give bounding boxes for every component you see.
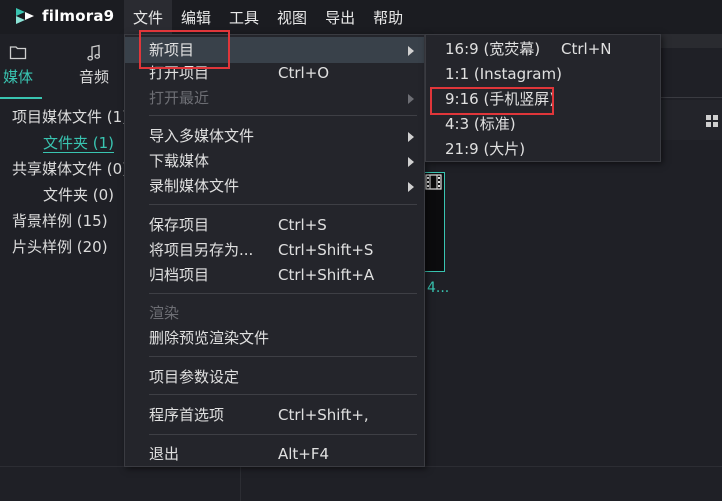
tree-item-title-samples[interactable]: 片头样例 (20) bbox=[12, 234, 128, 260]
submenu-item-21-9[interactable]: 21:9 (大片) bbox=[426, 137, 660, 162]
menu-item-delete-render-files[interactable]: 删除预览渲染文件 bbox=[125, 325, 424, 351]
menu-item-label: 下载媒体 bbox=[149, 152, 210, 170]
menu-item-label: 退出 bbox=[149, 445, 180, 463]
highlight-box-new-project bbox=[139, 30, 230, 69]
tree-item-folder-1-label: 文件夹 (1) bbox=[43, 134, 115, 153]
submenu-item-shortcut: Ctrl+N bbox=[561, 40, 612, 58]
folder-icon bbox=[0, 44, 36, 66]
app-name: filmora9 bbox=[42, 7, 115, 25]
submenu-item-4-3[interactable]: 4:3 (标准) bbox=[426, 112, 660, 137]
submenu-arrow-icon bbox=[408, 94, 414, 104]
menu-file[interactable]: 文件 bbox=[124, 0, 173, 34]
menu-item-shortcut: Ctrl+Shift+A bbox=[278, 266, 375, 284]
menu-item-render[interactable]: 渲染 bbox=[125, 300, 424, 326]
menu-item-record-media[interactable]: 录制媒体文件 bbox=[125, 173, 424, 199]
menu-item-save-project-as[interactable]: 将项目另存为... Ctrl+Shift+S bbox=[125, 237, 424, 263]
submenu-item-label: 4:3 (标准) bbox=[445, 115, 516, 133]
menu-item-label: 录制媒体文件 bbox=[149, 177, 240, 195]
menu-item-shortcut: Ctrl+O bbox=[278, 64, 330, 82]
menu-item-shortcut: Ctrl+Shift+, bbox=[278, 406, 369, 424]
menu-item-label: 保存项目 bbox=[149, 216, 210, 234]
tab-media-label: 媒体 bbox=[2, 68, 33, 86]
menu-edit[interactable]: 编辑 bbox=[172, 0, 220, 34]
submenu-arrow-icon bbox=[408, 182, 414, 192]
media-folder-tree: 项目媒体文件 (1) 文件夹 (1) 共享媒体文件 (0) 文件夹 (0) 背景… bbox=[12, 104, 128, 260]
menu-help[interactable]: 帮助 bbox=[364, 0, 412, 34]
menu-item-label: 打开最近 bbox=[149, 89, 210, 107]
submenu-item-1-1[interactable]: 1:1 (Instagram) bbox=[426, 62, 660, 87]
menu-item-label: 程序首选项 bbox=[149, 406, 225, 424]
tab-audio-label: 音频 bbox=[78, 68, 109, 86]
menu-separator bbox=[149, 356, 417, 357]
title-bar: filmora9 文件 编辑 工具 视图 导出 帮助 bbox=[0, 0, 722, 34]
menu-item-project-settings[interactable]: 项目参数设定 bbox=[125, 364, 424, 390]
film-strip-icon bbox=[425, 174, 442, 190]
filmora-window: filmora9 文件 编辑 工具 视图 导出 帮助 媒体 音频 项目媒体文件 … bbox=[0, 0, 722, 501]
submenu-item-label: 21:9 (大片) bbox=[445, 140, 526, 158]
menu-item-exit[interactable]: 退出 Alt+F4 bbox=[125, 441, 424, 467]
submenu-arrow-icon bbox=[408, 46, 414, 56]
media-thumbnail-label: 4... bbox=[427, 280, 450, 296]
tab-media[interactable]: 媒体 bbox=[0, 44, 36, 87]
menu-item-open-recent[interactable]: 打开最近 bbox=[125, 85, 424, 111]
menu-item-label: 归档项目 bbox=[149, 266, 210, 284]
submenu-item-16-9[interactable]: 16:9 (宽荧幕) Ctrl+N bbox=[426, 37, 660, 62]
menu-separator bbox=[149, 115, 417, 116]
menu-item-label: 将项目另存为... bbox=[149, 241, 254, 259]
library-tabs: 媒体 音频 bbox=[0, 44, 112, 87]
menu-item-label: 项目参数设定 bbox=[149, 368, 240, 386]
menu-item-label: 删除预览渲染文件 bbox=[149, 329, 270, 347]
tab-audio[interactable]: 音频 bbox=[76, 44, 112, 87]
menu-item-shortcut: Ctrl+Shift+S bbox=[278, 241, 374, 259]
menu-item-shortcut: Ctrl+S bbox=[278, 216, 327, 234]
menu-item-label: 导入多媒体文件 bbox=[149, 127, 255, 145]
menu-item-download-media[interactable]: 下载媒体 bbox=[125, 148, 424, 174]
menu-bar: 文件 编辑 工具 视图 导出 帮助 bbox=[124, 0, 412, 34]
filmora-logo-icon bbox=[14, 6, 36, 26]
menu-separator bbox=[149, 434, 417, 435]
menu-tools[interactable]: 工具 bbox=[220, 0, 268, 34]
menu-item-save-project[interactable]: 保存项目 Ctrl+S bbox=[125, 212, 424, 238]
menu-separator bbox=[149, 394, 417, 395]
grid-view-icon[interactable] bbox=[706, 112, 718, 127]
music-note-icon bbox=[76, 44, 112, 66]
menu-item-import-media[interactable]: 导入多媒体文件 bbox=[125, 123, 424, 149]
menu-separator bbox=[149, 204, 417, 205]
tree-item-background-samples[interactable]: 背景样例 (15) bbox=[12, 208, 128, 234]
submenu-arrow-icon bbox=[408, 132, 414, 142]
tree-item-folder-0[interactable]: 文件夹 (0) bbox=[12, 182, 128, 208]
menu-export[interactable]: 导出 bbox=[316, 0, 364, 34]
tree-item-shared-media[interactable]: 共享媒体文件 (0) bbox=[12, 156, 128, 182]
submenu-arrow-icon bbox=[408, 157, 414, 167]
menu-separator bbox=[149, 293, 417, 294]
menu-item-label: 渲染 bbox=[149, 304, 180, 322]
submenu-item-label: 1:1 (Instagram) bbox=[445, 65, 562, 83]
menu-item-preferences[interactable]: 程序首选项 Ctrl+Shift+, bbox=[125, 402, 424, 428]
menu-view[interactable]: 视图 bbox=[268, 0, 316, 34]
active-tab-indicator bbox=[0, 97, 42, 99]
highlight-box-9-16 bbox=[430, 87, 554, 115]
menu-item-shortcut: Alt+F4 bbox=[278, 445, 330, 463]
panel-header-strip bbox=[661, 34, 722, 48]
menu-item-archive-project[interactable]: 归档项目 Ctrl+Shift+A bbox=[125, 262, 424, 288]
tree-item-folder-1[interactable]: 文件夹 (1) bbox=[12, 130, 128, 156]
submenu-item-label: 16:9 (宽荧幕) bbox=[445, 40, 541, 58]
file-menu-dropdown: 新项目 打开项目 Ctrl+O 打开最近 导入多媒体文件 下载媒体 录制媒体文件… bbox=[124, 34, 425, 467]
tree-item-project-media[interactable]: 项目媒体文件 (1) bbox=[12, 104, 128, 130]
app-logo: filmora9 bbox=[14, 6, 114, 26]
